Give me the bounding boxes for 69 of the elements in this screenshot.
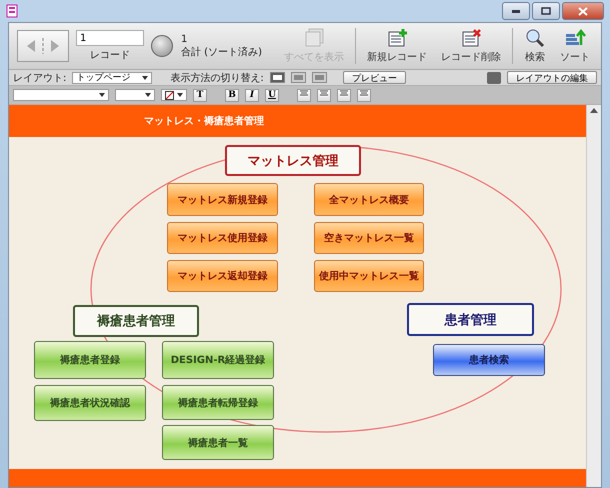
record-label: レコード bbox=[90, 49, 130, 62]
align-button[interactable] bbox=[297, 88, 311, 102]
menu-button[interactable]: 褥瘡患者状況確認 bbox=[34, 385, 146, 421]
menu-button[interactable]: 使用中マットレス一覧 bbox=[314, 260, 424, 292]
view-mode-button[interactable] bbox=[270, 72, 285, 83]
menu-button[interactable]: マットレス使用登録 bbox=[167, 222, 278, 254]
align-icon bbox=[360, 90, 368, 97]
add-record-icon bbox=[386, 28, 408, 48]
group-title: マットレス管理 bbox=[225, 145, 361, 176]
menu-button[interactable]: DESIGN-R経過登録 bbox=[162, 341, 274, 379]
caret-icon bbox=[142, 76, 148, 80]
size-dropdown[interactable] bbox=[115, 89, 155, 101]
menu-button[interactable]: 褥瘡患者登録 bbox=[34, 341, 146, 379]
menu-button[interactable]: 褥瘡患者一覧 bbox=[162, 425, 274, 460]
layout-label: レイアウト: bbox=[13, 72, 66, 84]
records-icon bbox=[303, 28, 325, 48]
app-icon bbox=[6, 4, 18, 18]
maximize-button[interactable] bbox=[532, 2, 560, 20]
found-label: 合計 (ソート済み) bbox=[181, 46, 262, 58]
maximize-icon bbox=[541, 7, 551, 15]
align-button[interactable] bbox=[337, 88, 351, 102]
menu-button[interactable]: 空きマットレス一覧 bbox=[314, 222, 424, 254]
close-button[interactable] bbox=[562, 2, 604, 20]
view-icon bbox=[314, 75, 324, 80]
caret-icon bbox=[177, 93, 183, 97]
record-number-field[interactable]: 1 bbox=[76, 30, 144, 46]
align-icon bbox=[340, 90, 348, 97]
find-button[interactable]: 検索 bbox=[521, 28, 549, 64]
search-icon bbox=[524, 28, 546, 48]
menu-button[interactable]: 全マットレス概要 bbox=[314, 183, 424, 216]
page-title: マットレス・褥瘡患者管理 bbox=[144, 114, 264, 128]
found-count: 1 bbox=[181, 34, 188, 44]
minimize-button[interactable] bbox=[502, 2, 530, 20]
view-icon bbox=[294, 75, 303, 80]
close-icon bbox=[578, 6, 588, 16]
align-icon bbox=[320, 90, 328, 97]
layout-dropdown[interactable]: トップページ bbox=[72, 72, 152, 84]
scroll-up-icon[interactable] bbox=[590, 108, 598, 113]
delete-record-icon bbox=[460, 28, 482, 48]
sort-button[interactable]: ソート bbox=[557, 28, 593, 64]
menu-button[interactable]: 褥瘡患者転帰登録 bbox=[162, 385, 274, 420]
edit-layout-button[interactable]: レイアウトの編集 bbox=[507, 71, 597, 84]
group-title: 褥瘡患者管理 bbox=[73, 305, 199, 337]
text-style-button[interactable]: I bbox=[245, 88, 259, 102]
caret-icon bbox=[99, 93, 105, 97]
text-style-button[interactable]: U bbox=[265, 88, 279, 102]
color-dropdown[interactable] bbox=[161, 89, 187, 101]
align-button[interactable] bbox=[357, 88, 371, 102]
caret-icon bbox=[145, 93, 151, 97]
text-style-button[interactable]: B bbox=[225, 88, 239, 102]
view-icon bbox=[272, 75, 282, 80]
menu-button[interactable]: マットレス新規登録 bbox=[167, 183, 278, 216]
delete-button[interactable]: レコード削除 bbox=[438, 28, 504, 64]
new-button[interactable]: 新規レコード bbox=[364, 28, 430, 64]
align-icon bbox=[300, 90, 308, 97]
align-button[interactable] bbox=[317, 88, 331, 102]
no-color-icon bbox=[165, 90, 174, 100]
record-navigator[interactable] bbox=[17, 30, 69, 62]
text-size-icon[interactable] bbox=[487, 72, 501, 84]
font-dropdown[interactable] bbox=[13, 89, 109, 101]
view-label: 表示方法の切り替え: bbox=[170, 72, 264, 84]
found-set-icon bbox=[151, 35, 173, 57]
minimize-icon bbox=[512, 10, 520, 12]
text-format-button[interactable]: T bbox=[193, 88, 207, 102]
menu-button[interactable]: マットレス返却登録 bbox=[167, 260, 278, 292]
group-title: 患者管理 bbox=[407, 303, 534, 336]
menu-button[interactable]: 患者検索 bbox=[433, 344, 545, 376]
sort-icon bbox=[564, 28, 586, 48]
preview-button[interactable]: プレビュー bbox=[342, 71, 406, 84]
